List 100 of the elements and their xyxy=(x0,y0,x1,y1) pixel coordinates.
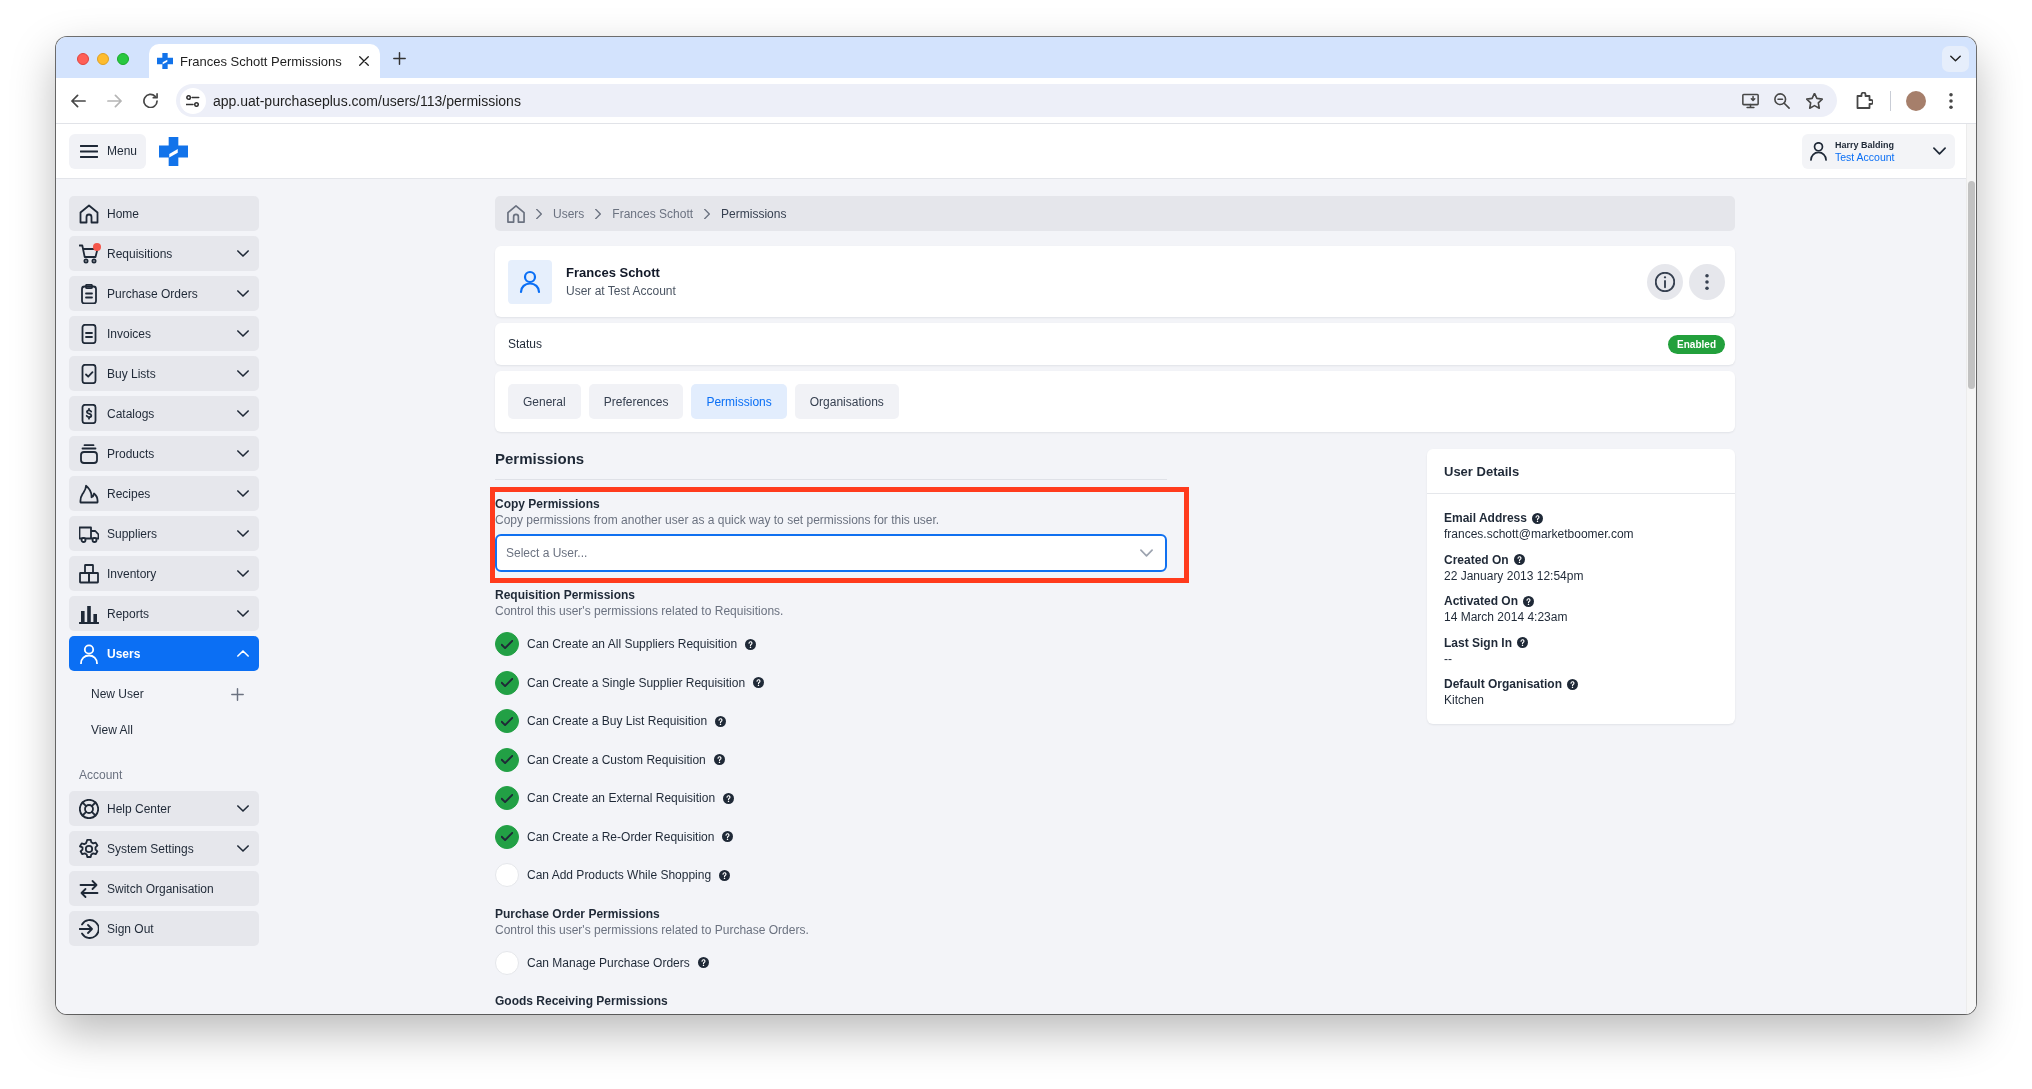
chevron-right-icon xyxy=(536,208,542,219)
star-icon xyxy=(1805,92,1823,109)
group-title: Goods Receiving Permissions xyxy=(495,993,668,1009)
sidebar-item[interactable]: Reports xyxy=(69,596,259,631)
help-icon[interactable] xyxy=(1517,637,1528,648)
site-info-button[interactable] xyxy=(180,87,206,114)
help-icon[interactable] xyxy=(753,677,765,689)
detail-value: frances.schott@marketboomer.com xyxy=(1444,526,1634,542)
info-icon xyxy=(1655,271,1675,292)
user-icon xyxy=(1810,141,1827,161)
chevron-down-icon xyxy=(1140,549,1153,557)
checkbox[interactable] xyxy=(495,786,519,811)
boxes-icon xyxy=(79,563,99,584)
breadcrumb-link[interactable]: Frances Schott xyxy=(612,206,694,221)
submenu-item[interactable]: New User xyxy=(69,676,259,712)
status-label: Status xyxy=(508,337,543,351)
detail-value: Kitchen xyxy=(1444,692,1485,708)
section-title: Permissions xyxy=(495,449,585,469)
help-icon[interactable] xyxy=(1567,678,1578,690)
document-dollar-icon xyxy=(79,403,99,424)
help-icon[interactable] xyxy=(722,831,734,843)
home-icon[interactable] xyxy=(507,204,525,223)
permission-label: Can Create a Custom Requisition xyxy=(527,752,706,767)
checkmark-icon xyxy=(501,716,513,726)
permission-label: Can Create an All Suppliers Requisition xyxy=(527,637,738,652)
help-icon[interactable] xyxy=(1531,512,1543,524)
arrow-right-icon xyxy=(106,93,122,108)
sidebar-item[interactable]: Products xyxy=(69,436,259,471)
more-options-button[interactable] xyxy=(1689,263,1725,300)
detail-label: Email Address xyxy=(1444,510,1527,526)
help-icon[interactable] xyxy=(1513,554,1525,565)
detail-value: -- xyxy=(1444,650,1452,667)
detail-value: 22 January 2013 12:54pm xyxy=(1444,567,1584,584)
browser-tab[interactable]: Frances Schott Permissions xyxy=(149,44,380,78)
new-tab-button[interactable] xyxy=(390,49,408,68)
sidebar-item[interactable]: Suppliers xyxy=(69,516,259,551)
scrollbar-thumb[interactable] xyxy=(1968,181,1975,389)
user-select-field[interactable]: Select a User... xyxy=(495,534,1167,572)
detail-label: Default Organisation xyxy=(1444,676,1562,692)
profile-avatar[interactable] xyxy=(1906,90,1926,111)
document-check-icon xyxy=(79,363,99,384)
address-bar[interactable]: app.uat-purchaseplus.com/users/113/permissions xyxy=(176,84,1837,117)
breadcrumb-current: Permissions xyxy=(721,206,787,221)
help-icon[interactable] xyxy=(723,792,735,804)
menu-button[interactable]: Menu xyxy=(69,133,146,169)
sidebar-item[interactable]: Switch Organisation xyxy=(69,871,259,906)
detail-label: Created On xyxy=(1444,551,1509,568)
help-icon[interactable] xyxy=(713,754,725,766)
checkbox[interactable] xyxy=(495,632,519,657)
stack-icon xyxy=(79,443,99,464)
tab-search-button[interactable] xyxy=(1942,45,1969,72)
lifebuoy-icon xyxy=(79,798,99,819)
sidebar-item[interactable]: Invoices xyxy=(69,316,259,351)
puzzle-icon xyxy=(1855,92,1873,109)
bar-chart-icon xyxy=(79,603,99,624)
help-icon[interactable] xyxy=(719,869,731,881)
user-menu-button[interactable]: Harry Balding Test Account xyxy=(1802,133,1955,169)
sidebar-item[interactable]: Catalogs xyxy=(69,396,259,431)
gear-icon xyxy=(79,838,99,859)
breadcrumb-link[interactable]: Users xyxy=(553,206,585,221)
checkmark-icon xyxy=(501,639,513,649)
checkmark-icon xyxy=(501,832,513,842)
user-avatar-icon xyxy=(508,259,552,304)
sidebar-item[interactable]: Purchase Orders xyxy=(69,276,259,311)
checkbox[interactable] xyxy=(495,824,519,849)
chevron-down-icon xyxy=(1933,147,1946,155)
help-icon[interactable] xyxy=(715,715,727,727)
tune-icon xyxy=(186,94,200,107)
sidebar-item[interactable]: Help Center xyxy=(69,791,259,826)
detail-label: Last Sign In xyxy=(1444,634,1512,651)
url-text[interactable]: app.uat-purchaseplus.com/users/113/permissions xyxy=(213,92,1732,109)
logo-icon[interactable] xyxy=(159,136,188,166)
sidebar-item[interactable]: Sign Out xyxy=(69,911,259,946)
sidebar-item[interactable]: Buy Lists xyxy=(69,356,259,391)
tab[interactable]: Preferences xyxy=(588,384,684,419)
tab[interactable]: General xyxy=(508,384,581,419)
sidebar-item[interactable]: Requisitions xyxy=(69,236,259,271)
chevron-down-icon xyxy=(1950,55,1961,62)
checkbox[interactable] xyxy=(495,709,519,734)
detail-label: Activated On xyxy=(1444,593,1518,609)
tab[interactable]: Permissions xyxy=(691,384,787,419)
sidebar-item[interactable]: System Settings xyxy=(69,831,259,866)
close-window-button[interactable] xyxy=(77,52,89,65)
sidebar-item[interactable]: Inventory xyxy=(69,556,259,591)
sidebar-item[interactable]: Users xyxy=(69,636,259,671)
help-icon[interactable] xyxy=(1523,595,1534,607)
tab[interactable]: Organisations xyxy=(794,384,899,419)
checkbox[interactable] xyxy=(495,747,519,772)
sidebar-item[interactable]: Home xyxy=(69,196,259,231)
help-icon[interactable] xyxy=(697,957,709,969)
more-icon xyxy=(1705,273,1709,290)
info-button[interactable] xyxy=(1647,263,1683,300)
sidebar-item[interactable]: Recipes xyxy=(69,476,259,511)
submenu-item[interactable]: View All xyxy=(69,712,259,748)
checkbox[interactable] xyxy=(495,670,519,695)
zoom-out-icon xyxy=(1774,92,1790,109)
permission-label: Can Create a Re-Order Requisition xyxy=(527,829,715,844)
close-icon[interactable] xyxy=(359,56,369,66)
help-icon[interactable] xyxy=(745,638,757,650)
checkmark-icon xyxy=(501,678,513,688)
